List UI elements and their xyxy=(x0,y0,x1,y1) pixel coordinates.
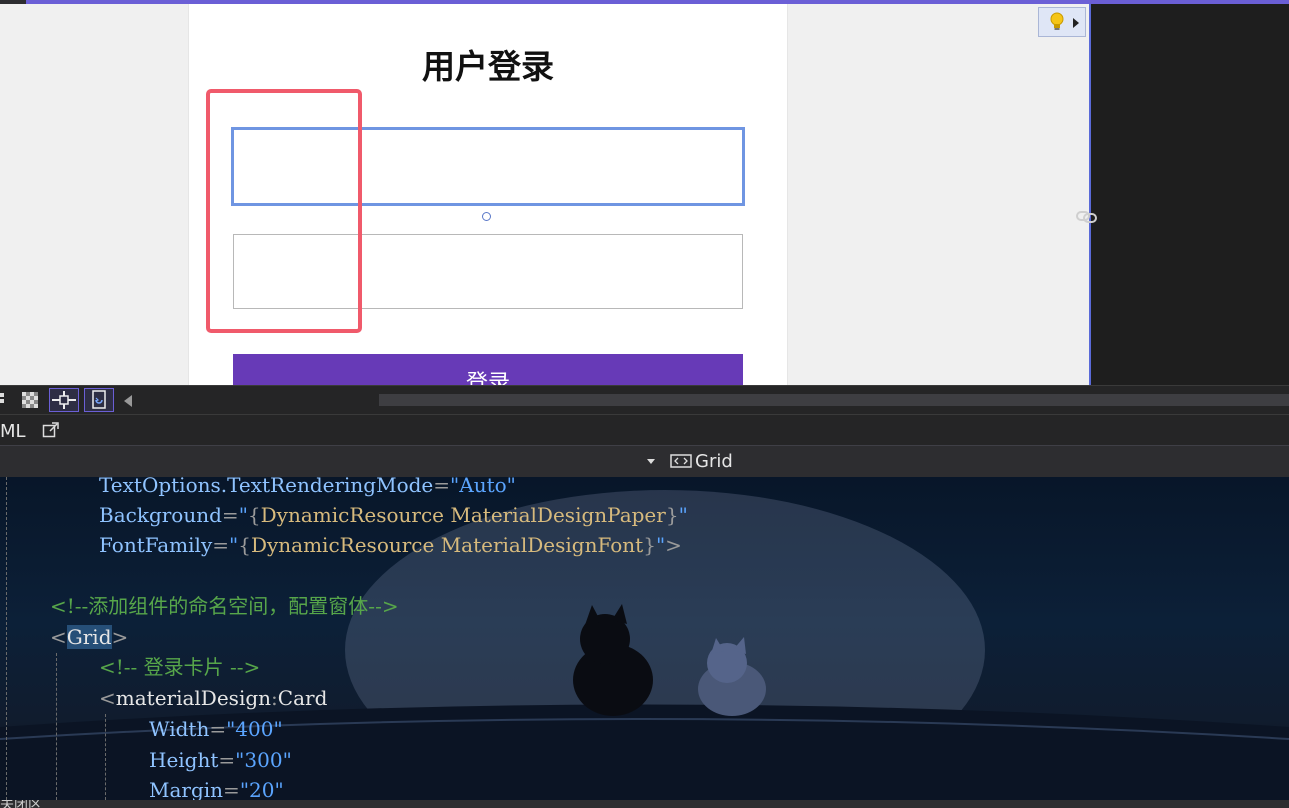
link-icon[interactable] xyxy=(1075,208,1099,230)
password-box[interactable] xyxy=(233,234,743,309)
login-card-title: 用户登录 xyxy=(422,47,554,86)
snap-lines-icon xyxy=(52,391,76,409)
code-line-text-rendering-mode[interactable]: TextOptions.TextRenderingMode="Auto" xyxy=(99,477,516,500)
xaml-code-editor[interactable]: TextOptions.TextRenderingMode="Auto" Bac… xyxy=(0,477,1289,800)
code-line-grid-open[interactable]: <Grid> xyxy=(50,622,128,652)
indent-guide xyxy=(105,714,106,800)
xaml-tab-label[interactable]: ML xyxy=(0,421,26,442)
grid-icon xyxy=(0,393,4,403)
chevron-down-icon[interactable] xyxy=(647,459,655,464)
refresh-designer-button[interactable] xyxy=(84,388,114,412)
checkerboard-toggle-button[interactable] xyxy=(18,388,48,412)
code-line-margin[interactable]: Margin="20" xyxy=(149,775,284,800)
quick-actions-lightbulb[interactable] xyxy=(1038,7,1086,37)
xaml-designer-surface[interactable]: 用户登录 登录 xyxy=(0,0,1289,385)
bottom-status-bar: 关闭区 xyxy=(0,800,1289,808)
checkerboard-icon xyxy=(22,392,38,408)
grid-tag-highlighted: Grid xyxy=(66,625,112,649)
xaml-element-icon xyxy=(670,453,692,473)
designer-right-panel xyxy=(1089,4,1289,385)
editor-tab-bar: ML xyxy=(0,414,1289,445)
selection-adorner-handle[interactable] xyxy=(482,212,491,221)
indent-guide xyxy=(56,653,57,800)
username-textbox[interactable] xyxy=(231,127,745,206)
code-line-background[interactable]: Background="{DynamicResource MaterialDes… xyxy=(99,500,688,530)
login-button[interactable]: 登录 xyxy=(233,354,743,385)
scroll-left-arrow-icon[interactable] xyxy=(124,395,132,407)
navigation-bar: Grid xyxy=(0,445,1289,477)
code-line-width[interactable]: Width="400" xyxy=(149,714,283,744)
popout-icon[interactable] xyxy=(42,421,60,443)
designer-toolbar xyxy=(0,385,1289,414)
code-line-namespace-comment[interactable]: <!--添加组件的命名空间，配置窗体--> xyxy=(50,591,399,621)
lightbulb-icon xyxy=(1049,12,1065,36)
code-line-card-open[interactable]: <materialDesign:Card xyxy=(99,683,327,713)
indent-guide xyxy=(6,477,7,800)
bottom-panel-label[interactable]: 关闭区 xyxy=(0,800,42,808)
nav-element-selector[interactable]: Grid xyxy=(695,451,733,472)
refresh-document-icon xyxy=(92,390,106,409)
code-line-card-comment[interactable]: <!-- 登录卡片 --> xyxy=(99,652,260,682)
snap-toggle-button[interactable] xyxy=(49,388,79,412)
expand-arrow-icon xyxy=(1073,18,1079,28)
code-line-height[interactable]: Height="300" xyxy=(149,745,292,775)
code-line-font-family[interactable]: FontFamily="{DynamicResource MaterialDes… xyxy=(99,530,682,560)
horizontal-scrollbar[interactable] xyxy=(379,394,1289,406)
